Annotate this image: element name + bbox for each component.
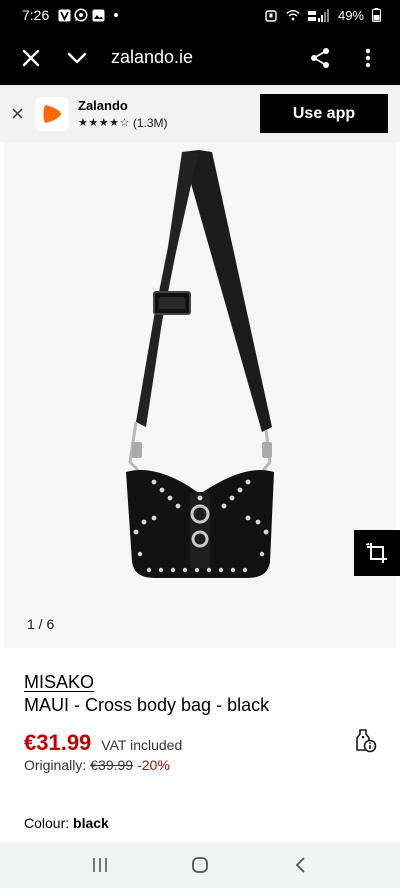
crop-search-icon [365,542,387,563]
image-counter: 1 / 6 [27,616,55,632]
price-info-button[interactable] [352,728,378,754]
status-time: 7:26 [22,7,50,23]
close-icon [22,49,40,66]
app-rating: ★★★★☆ (1.3M) [78,116,167,130]
share-icon [311,47,329,68]
app-name: Zalando [78,97,128,113]
alarm-icon [264,8,278,22]
zalando-logo [35,96,69,131]
price-tag-info-icon [356,729,377,753]
notification-dot [114,13,119,17]
gallery-icon [91,8,105,22]
brand-link[interactable]: MISAKO [24,672,384,693]
vat-note: VAT included [101,737,183,753]
app-install-banner: Zalando ★★★★☆ (1.3M) Use app [0,85,400,142]
visual-search-button[interactable] [354,530,400,576]
colour-label: Colour: [24,815,70,831]
minimize-button[interactable] [65,46,89,70]
close-icon [11,108,23,119]
recent-apps-button[interactable] [85,850,115,880]
product-name: MAUI - Cross body bag - black [24,695,270,715]
home-icon [192,857,208,873]
sale-price: €31.99 [24,730,92,755]
back-button[interactable] [285,850,315,880]
rating-count: (1.3M) [132,115,168,130]
discount-badge: -20% [137,757,170,773]
recent-apps-icon [93,858,107,872]
price-row: €31.99 VAT included [24,730,182,756]
use-app-button[interactable]: Use app [260,94,388,133]
original-price-row: Originally: €39.99 -20% [24,757,170,773]
colour-value: black [73,815,109,831]
home-button[interactable] [185,850,215,880]
wifi-icon [286,8,300,22]
original-price: €39.99 [90,757,134,773]
system-nav-bar [0,842,400,888]
signal-icon [307,8,330,22]
status-bar: 7:26 49% [0,0,400,30]
colour-row: Colour: black [24,815,109,831]
rating-stars: ★★★★☆ [78,117,130,129]
product-details: MISAKO MAUI - Cross body bag - black [24,672,384,716]
product-image-gallery[interactable]: 1 / 6 [4,142,396,648]
chevron-down-icon [67,52,87,63]
share-button[interactable] [308,46,332,70]
original-label: Originally: [24,757,87,773]
product-image [126,150,274,578]
url-text[interactable]: zalando.ie [111,47,193,68]
more-vertical-icon [365,48,371,67]
status-right: 49% [264,8,386,23]
battery-text: 49% [337,7,364,23]
app-info: Zalando ★★★★☆ (1.3M) [78,98,167,130]
more-options-button[interactable] [356,46,380,70]
dismiss-banner-button[interactable] [9,106,25,122]
vpn-icon [57,8,71,22]
close-tab-button[interactable] [19,46,43,70]
browser-toolbar: zalando.ie [0,30,400,85]
whatsapp-icon [74,8,88,22]
back-icon [295,857,305,873]
battery-icon [369,8,383,22]
